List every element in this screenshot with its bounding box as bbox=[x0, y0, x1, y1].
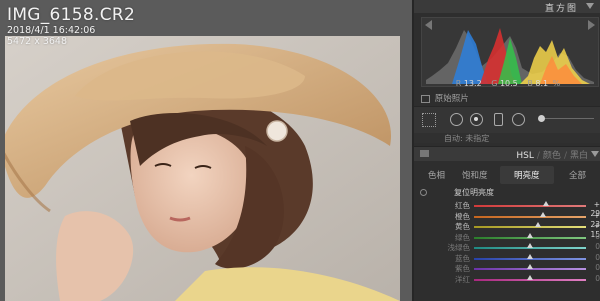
photo-dimensions: 5472 x 3648 bbox=[7, 36, 68, 47]
histogram[interactable] bbox=[421, 17, 599, 87]
hsl-subtabs: 色相 饱和度 明亮度 全部 bbox=[414, 165, 600, 184]
luminance-slider-blue[interactable]: 蓝色 0 bbox=[414, 253, 600, 263]
slider-knob[interactable] bbox=[527, 253, 533, 259]
histogram-graph bbox=[426, 28, 594, 84]
red-eye-icon[interactable] bbox=[470, 113, 483, 126]
slider-value[interactable]: 0 bbox=[586, 242, 600, 251]
slider-knob[interactable] bbox=[527, 243, 533, 248]
brush-slider-track bbox=[542, 118, 594, 119]
subtab-saturation[interactable]: 饱和度 bbox=[462, 169, 488, 181]
tool-strip bbox=[414, 106, 600, 134]
red-label: R bbox=[455, 79, 462, 88]
slider-knob[interactable] bbox=[539, 211, 546, 217]
rgb-readout: R 13.2 G 10.5 B 8.1 % bbox=[414, 79, 600, 88]
slider-track[interactable] bbox=[474, 201, 586, 207]
targeted-adjustment-icon[interactable] bbox=[420, 189, 427, 196]
percent-unit: % bbox=[552, 79, 561, 88]
slider-track[interactable] bbox=[474, 274, 586, 281]
tab-bw[interactable]: 黑白 bbox=[570, 151, 588, 161]
tab-hsl[interactable]: HSL bbox=[516, 151, 534, 161]
slider-label: 紫色 bbox=[455, 264, 470, 273]
original-photo-toggle[interactable]: 原始照片 bbox=[421, 92, 469, 104]
luminance-slider-yellow[interactable]: 黄色 + 15 bbox=[414, 221, 600, 239]
luminance-slider-red[interactable]: 红色 + 29 bbox=[414, 200, 600, 218]
photo-image bbox=[5, 36, 400, 301]
hsl-collapse-triangle-icon[interactable] bbox=[591, 151, 599, 157]
graduated-filter-icon[interactable] bbox=[494, 113, 503, 126]
red-value: 13.2 bbox=[463, 79, 482, 88]
slider-value[interactable]: 0 bbox=[586, 253, 600, 262]
photo-filename: IMG_6158.CR2 bbox=[7, 5, 136, 25]
brush-slider[interactable] bbox=[534, 115, 594, 122]
radial-filter-icon[interactable] bbox=[512, 113, 525, 126]
photo-preview[interactable] bbox=[5, 36, 400, 301]
photo-info-overlay: IMG_6158.CR2 2018/4/1 16:42:06 5472 x 36… bbox=[7, 5, 136, 48]
image-canvas[interactable]: IMG_6158.CR2 2018/4/1 16:42:06 5472 x 36… bbox=[0, 0, 411, 301]
crop-grid-icon[interactable] bbox=[422, 113, 436, 127]
histogram-header[interactable]: 直方图 bbox=[414, 0, 600, 14]
tab-color[interactable]: 颜色 bbox=[543, 151, 561, 161]
slider-label: 橙色 bbox=[455, 211, 470, 221]
luminance-slider-orange[interactable]: 橙色 + 23 bbox=[414, 211, 600, 229]
slider-value[interactable]: 0 bbox=[586, 263, 600, 272]
shadow-clipping-icon[interactable] bbox=[425, 20, 432, 30]
slider-label: 洋红 bbox=[455, 274, 470, 284]
slider-knob[interactable] bbox=[543, 201, 550, 206]
blue-value: 8.1 bbox=[535, 79, 549, 88]
slider-knob[interactable] bbox=[527, 274, 533, 280]
slider-label: 浅绿色 bbox=[447, 243, 471, 252]
hsl-header: HSL / 颜色 / 黑白 bbox=[414, 146, 600, 161]
slider-value[interactable]: 0 bbox=[586, 232, 600, 241]
spot-removal-icon[interactable] bbox=[450, 113, 463, 126]
luminance-slider-magenta[interactable]: 洋红 0 bbox=[414, 274, 600, 284]
subtab-all[interactable]: 全部 bbox=[569, 169, 586, 181]
slider-track[interactable] bbox=[474, 211, 586, 218]
slider-label: 黄色 bbox=[455, 222, 470, 231]
slider-knob[interactable] bbox=[527, 264, 533, 269]
original-photo-checkbox-icon[interactable] bbox=[421, 94, 430, 103]
profile-mode-bar: 自动: 未指定 bbox=[414, 133, 600, 143]
photo-datetime: 2018/4/1 16:42:06 bbox=[7, 25, 96, 36]
luminance-slider-aqua[interactable]: 浅绿色 0 bbox=[414, 242, 600, 252]
subtab-hue[interactable]: 色相 bbox=[428, 169, 445, 181]
blue-label: B bbox=[527, 79, 533, 88]
profile-mode-text: 自动: 未指定 bbox=[444, 134, 490, 143]
slider-knob[interactable] bbox=[535, 222, 542, 227]
histogram-title: 直方图 bbox=[544, 4, 578, 14]
original-photo-label: 原始照片 bbox=[434, 94, 469, 104]
subtab-luminance[interactable]: 明亮度 bbox=[500, 166, 553, 184]
slider-track[interactable] bbox=[474, 232, 586, 239]
hsl-tabs: HSL / 颜色 / 黑白 bbox=[516, 151, 588, 161]
highlight-clipping-icon[interactable] bbox=[588, 20, 595, 30]
slider-label: 红色 bbox=[455, 201, 470, 210]
brush-slider-knob[interactable] bbox=[538, 115, 545, 122]
slider-track[interactable] bbox=[474, 222, 586, 228]
develop-panel: 直方图 R 13.2 G 10.5 B 8.1 % 原始照片 自动: 未指定 H… bbox=[412, 0, 600, 301]
slider-knob[interactable] bbox=[527, 232, 533, 238]
reset-luminance-title[interactable]: 复位明亮度 bbox=[454, 187, 494, 198]
slider-label: 蓝色 bbox=[455, 253, 470, 263]
slider-label: 绿色 bbox=[455, 232, 470, 242]
slider-track[interactable] bbox=[474, 253, 586, 260]
slider-value[interactable]: 0 bbox=[586, 274, 600, 283]
luminance-slider-purple[interactable]: 紫色 0 bbox=[414, 263, 600, 273]
collapse-triangle-icon[interactable] bbox=[586, 3, 594, 9]
green-value: 10.5 bbox=[499, 79, 518, 88]
green-label: G bbox=[491, 79, 498, 88]
luminance-slider-green[interactable]: 绿色 0 bbox=[414, 232, 600, 242]
slider-track[interactable] bbox=[474, 243, 586, 249]
slider-track[interactable] bbox=[474, 264, 586, 270]
panel-switch-icon[interactable] bbox=[420, 150, 429, 157]
